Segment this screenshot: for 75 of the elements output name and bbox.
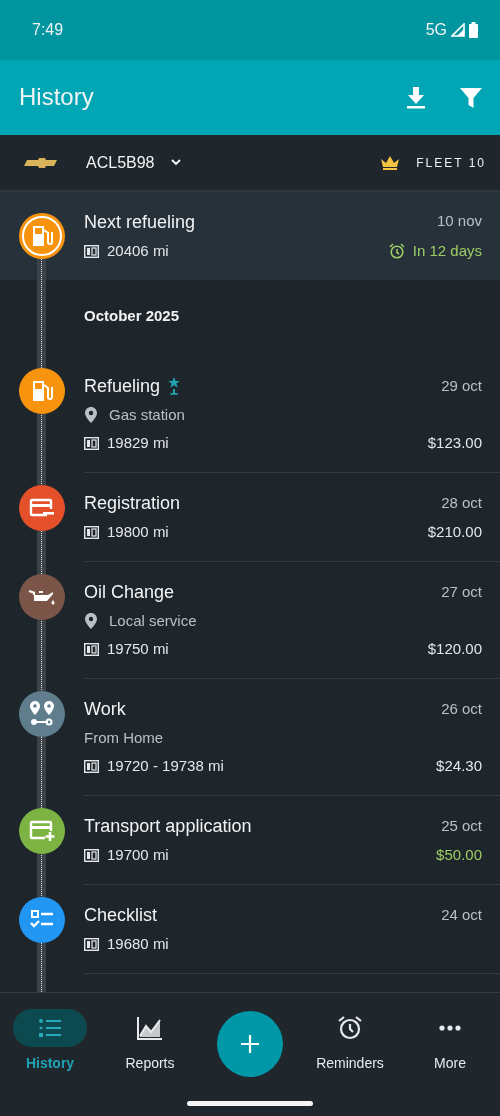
odometer-icon	[84, 848, 99, 862]
fuel-pump-icon	[31, 224, 53, 248]
entry-title: Registration	[84, 492, 181, 514]
history-entry[interactable]: Refueling 29 oct Gas station 19829 mi $123.00	[0, 356, 500, 473]
entry-title: Refueling	[84, 375, 161, 397]
vehicle-selector[interactable]: ACL5B98	[86, 150, 181, 175]
entry-date: 27 oct	[441, 582, 482, 602]
nav-tab[interactable]: Reports	[100, 993, 200, 1116]
history-entry[interactable]: Registration 28 oct 19800 mi $210.00	[0, 473, 500, 562]
location-text: Gas station	[109, 405, 185, 425]
chevron-down-icon	[170, 159, 181, 166]
history-entry[interactable]: Checklist 24 oct 19680 mi	[0, 885, 500, 974]
entry-title: Transport application	[84, 815, 252, 837]
alarm-clock-icon	[337, 1015, 363, 1041]
odometer-reading: 19700 mi	[107, 845, 169, 865]
download-icon[interactable]	[406, 86, 426, 109]
location-pin-icon	[85, 407, 97, 423]
entry-title: Next refueling	[84, 211, 196, 233]
crown-icon	[380, 155, 401, 170]
odometer-icon	[84, 244, 99, 258]
nav-tab[interactable]: History	[0, 993, 100, 1116]
nav-tab[interactable]: Reminders	[300, 993, 400, 1116]
entry-date: 29 oct	[441, 376, 482, 396]
odometer-reading: 19680 mi	[107, 934, 169, 954]
entry-amount: $123.00	[427, 433, 482, 453]
screen-title: History	[19, 83, 94, 112]
list-icon	[38, 1018, 62, 1038]
filter-icon[interactable]	[460, 87, 482, 108]
entry-title: Checklist	[84, 904, 158, 926]
history-entry[interactable]: Work 26 oct From Home 19720 - 19738 mi $24.30	[0, 679, 500, 796]
odometer-icon	[84, 525, 99, 539]
next-reminder-row[interactable]: Next refueling 10 nov 20406 mi In 12 days	[0, 192, 500, 280]
location-pin-icon	[85, 613, 97, 629]
due-in-text: In 12 days	[412, 241, 482, 261]
card-minus-icon	[29, 498, 55, 518]
odometer-icon	[84, 759, 99, 773]
odometer-reading: 19829 mi	[107, 433, 169, 453]
month-heading: October 2025	[84, 306, 180, 326]
entry-date: 25 oct	[441, 816, 482, 836]
nav-tab[interactable]: More	[400, 993, 500, 1116]
odometer-icon	[84, 436, 99, 450]
odometer-reading: 19800 mi	[107, 522, 169, 542]
trip-note: From Home	[84, 729, 164, 746]
location-text: Local service	[109, 611, 197, 631]
card-plus-icon	[29, 820, 55, 842]
entry-date: 28 oct	[441, 493, 482, 513]
car-brand-logo-icon	[24, 157, 60, 168]
history-entry[interactable]: Transport application 25 oct 19700 mi $50.00	[0, 796, 500, 885]
alarm-clock-icon	[388, 243, 405, 259]
odometer-icon	[84, 937, 99, 951]
route-pins-icon	[29, 701, 55, 727]
entry-title: Work	[84, 698, 126, 720]
fuel-pump-icon	[31, 379, 53, 403]
odometer-reading: 19720 - 19738 mi	[107, 756, 224, 776]
history-entry[interactable]: Oil Change 27 oct Local service 19750 mi $120.00	[0, 562, 500, 679]
entry-date: 26 oct	[441, 699, 482, 719]
odometer-icon	[84, 642, 99, 656]
entry-amount: $24.30	[436, 756, 482, 776]
entry-amount: $50.00	[436, 845, 482, 865]
status-time: 7:49	[32, 20, 64, 40]
entry-date: 10 nov	[436, 211, 482, 231]
network-type: 5G	[425, 20, 447, 40]
odometer-reading: 20406 mi	[107, 241, 169, 261]
more-dots-icon	[439, 1025, 461, 1031]
entry-title: Oil Change	[84, 581, 175, 603]
area-chart-icon	[137, 1016, 163, 1040]
plan-label: FLEET 10	[416, 154, 486, 172]
odometer-reading: 19750 mi	[107, 639, 169, 659]
entry-amount: $120.00	[427, 639, 482, 659]
entry-date: 24 oct	[441, 905, 482, 925]
plus-icon	[241, 1035, 259, 1053]
battery-icon	[469, 22, 478, 38]
entry-amount: $210.00	[427, 522, 482, 542]
oil-can-icon	[28, 588, 56, 606]
signal-icon	[451, 23, 465, 37]
